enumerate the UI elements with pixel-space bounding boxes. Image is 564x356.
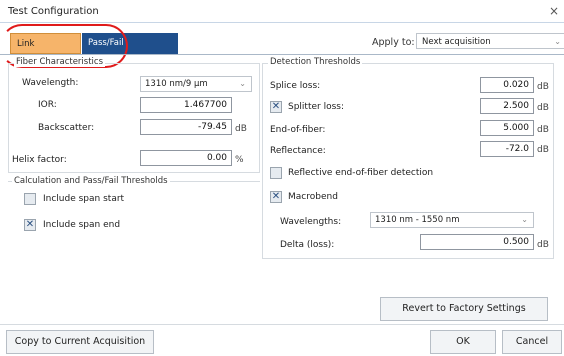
delta-loss-unit: dB [537,240,549,250]
chevron-down-icon: ⌄ [521,215,528,224]
include-span-end-label: Include span end [43,220,121,230]
backscatter-label: Backscatter: [38,123,95,133]
end-of-fiber-field[interactable]: 5.000 [480,120,534,136]
ok-button[interactable]: OK [430,330,496,354]
splice-loss-unit: dB [537,82,549,92]
apply-to-value: Next acquisition [422,37,491,47]
backscatter-field[interactable]: -79.45 [140,119,232,135]
tab-strip-divider [0,54,564,55]
footer-divider [0,324,564,325]
wavelength-label: Wavelength: [22,78,79,88]
splitter-loss-field[interactable]: 2.500 [480,98,534,114]
splice-loss-label: Splice loss: [270,81,321,91]
apply-to-select[interactable]: Next acquisition ⌄ [416,33,564,49]
include-span-start-label: Include span start [43,194,125,204]
copy-to-current-acquisition-button[interactable]: Copy to Current Acquisition [6,330,154,354]
splitter-loss-label: Splitter loss: [288,102,344,112]
chevron-down-icon: ⌄ [239,79,246,88]
wavelength-value: 1310 nm/9 μm [145,79,208,89]
macrobend-checkbox[interactable]: ✕ [270,191,282,203]
reflectance-field[interactable]: -72.0 [480,141,534,157]
apply-to-label: Apply to: [372,37,415,48]
splitter-loss-unit: dB [537,103,549,113]
title-divider [0,22,564,23]
ior-field[interactable]: 1.467700 [140,97,232,113]
chevron-down-icon: ⌄ [554,37,561,46]
cancel-button[interactable]: Cancel [502,330,562,354]
wavelengths-label: Wavelengths: [280,217,342,227]
reflective-eof-checkbox[interactable] [270,167,282,179]
reflectance-unit: dB [537,145,549,155]
wavelength-select[interactable]: 1310 nm/9 μm ⌄ [140,76,252,92]
reflectance-label: Reflectance: [270,146,326,156]
helix-factor-label: Helix factor: [12,155,67,165]
close-icon[interactable]: × [549,4,559,18]
wavelengths-select[interactable]: 1310 nm - 1550 nm ⌄ [370,212,534,228]
window-title: Test Configuration [8,6,99,17]
helix-factor-unit: % [235,155,244,165]
macrobend-label: Macrobend [288,192,338,202]
calc-thresholds-title: Calculation and Pass/Fail Thresholds [12,176,170,186]
reflective-eof-label: Reflective end-of-fiber detection [288,168,434,178]
detection-thresholds-title: Detection Thresholds [268,57,363,67]
delta-loss-field[interactable]: 0.500 [420,234,534,250]
end-of-fiber-label: End-of-fiber: [270,125,326,135]
backscatter-unit: dB [235,124,247,134]
end-of-fiber-unit: dB [537,125,549,135]
wavelengths-value: 1310 nm - 1550 nm [375,215,460,225]
revert-factory-settings-button[interactable]: Revert to Factory Settings [380,297,548,321]
helix-factor-field[interactable]: 0.00 [140,150,232,166]
splice-loss-field[interactable]: 0.020 [480,77,534,93]
include-span-start-checkbox[interactable] [24,193,36,205]
include-span-end-checkbox[interactable]: ✕ [24,219,36,231]
splitter-loss-checkbox[interactable]: ✕ [270,101,282,113]
delta-loss-label: Delta (loss): [280,240,335,250]
ior-label: IOR: [38,100,57,110]
fiber-characteristics-title: Fiber Characteristics [14,57,106,67]
